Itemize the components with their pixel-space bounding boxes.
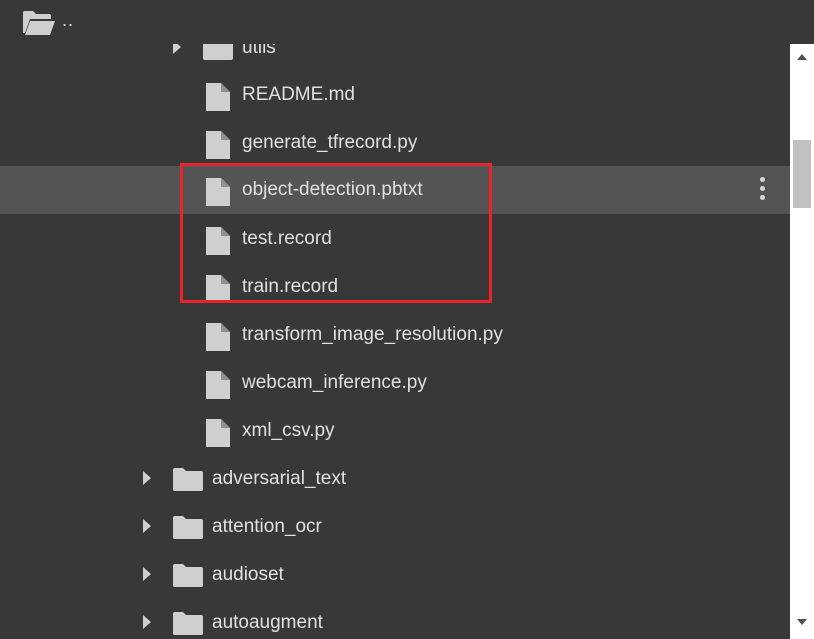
tree-row-webcam-inference[interactable]: webcam_inference.py [0, 359, 790, 407]
tree-row-autoaugment[interactable]: autoaugment [0, 599, 790, 639]
tree-row-generate-tfrecord[interactable]: generate_tfrecord.py [0, 119, 790, 167]
folder-icon [172, 514, 204, 545]
scrollbar-thumb[interactable] [793, 140, 811, 208]
tree-row-label: adversarial_text [212, 468, 347, 489]
tree-row-train-record[interactable]: train.record [0, 263, 790, 311]
file-icon [205, 130, 231, 165]
tree-row-audioset[interactable]: audioset [0, 551, 790, 599]
tree-row-label: train.record [242, 276, 339, 297]
folder-icon [172, 466, 204, 497]
file-icon [205, 177, 231, 212]
tree-row-label: generate_tfrecord.py [242, 132, 418, 153]
tree-row-label: autoaugment [212, 612, 323, 633]
chevron-right-icon[interactable] [143, 519, 151, 533]
file-icon [205, 226, 231, 261]
file-tree: utils README.md generate_tfrecord.py obj… [0, 0, 790, 639]
parent-directory-label[interactable]: .. [62, 10, 74, 31]
tree-row-transform-image-resolution[interactable]: transform_image_resolution.py [0, 311, 790, 359]
folder-icon [172, 562, 204, 593]
file-icon [205, 82, 231, 117]
tree-row-readme[interactable]: README.md [0, 71, 790, 119]
vertical-scrollbar[interactable] [790, 44, 814, 639]
tree-row-label: transform_image_resolution.py [242, 324, 503, 345]
tree-row-label: README.md [242, 84, 355, 105]
file-icon [205, 370, 231, 405]
tree-row-xml-csv[interactable]: xml_csv.py [0, 407, 790, 455]
chevron-right-icon[interactable] [143, 567, 151, 581]
tree-row-label: object-detection.pbtxt [242, 179, 423, 200]
file-icon [205, 274, 231, 309]
tree-row-test-record[interactable]: test.record [0, 215, 790, 263]
tree-row-label: test.record [242, 228, 332, 249]
chevron-right-icon[interactable] [143, 471, 151, 485]
parent-directory-bar[interactable]: .. [0, 0, 790, 44]
chevron-right-icon[interactable] [143, 615, 151, 629]
tree-row-label: xml_csv.py [242, 420, 335, 441]
tree-row-object-detection[interactable]: object-detection.pbtxt [0, 166, 790, 214]
tree-row-adversarial-text[interactable]: adversarial_text [0, 455, 790, 503]
file-icon [205, 418, 231, 453]
scroll-up-arrow-icon[interactable] [797, 54, 807, 60]
tree-row-label: audioset [212, 564, 284, 585]
tree-row-attention-ocr[interactable]: attention_ocr [0, 503, 790, 551]
folder-open-icon[interactable] [22, 10, 56, 36]
more-options-icon[interactable] [758, 177, 766, 203]
file-icon [205, 322, 231, 357]
folder-icon [172, 610, 204, 639]
tree-row-label: webcam_inference.py [242, 372, 427, 393]
tree-row-label: attention_ocr [212, 516, 322, 537]
scroll-down-arrow-icon[interactable] [797, 619, 807, 625]
